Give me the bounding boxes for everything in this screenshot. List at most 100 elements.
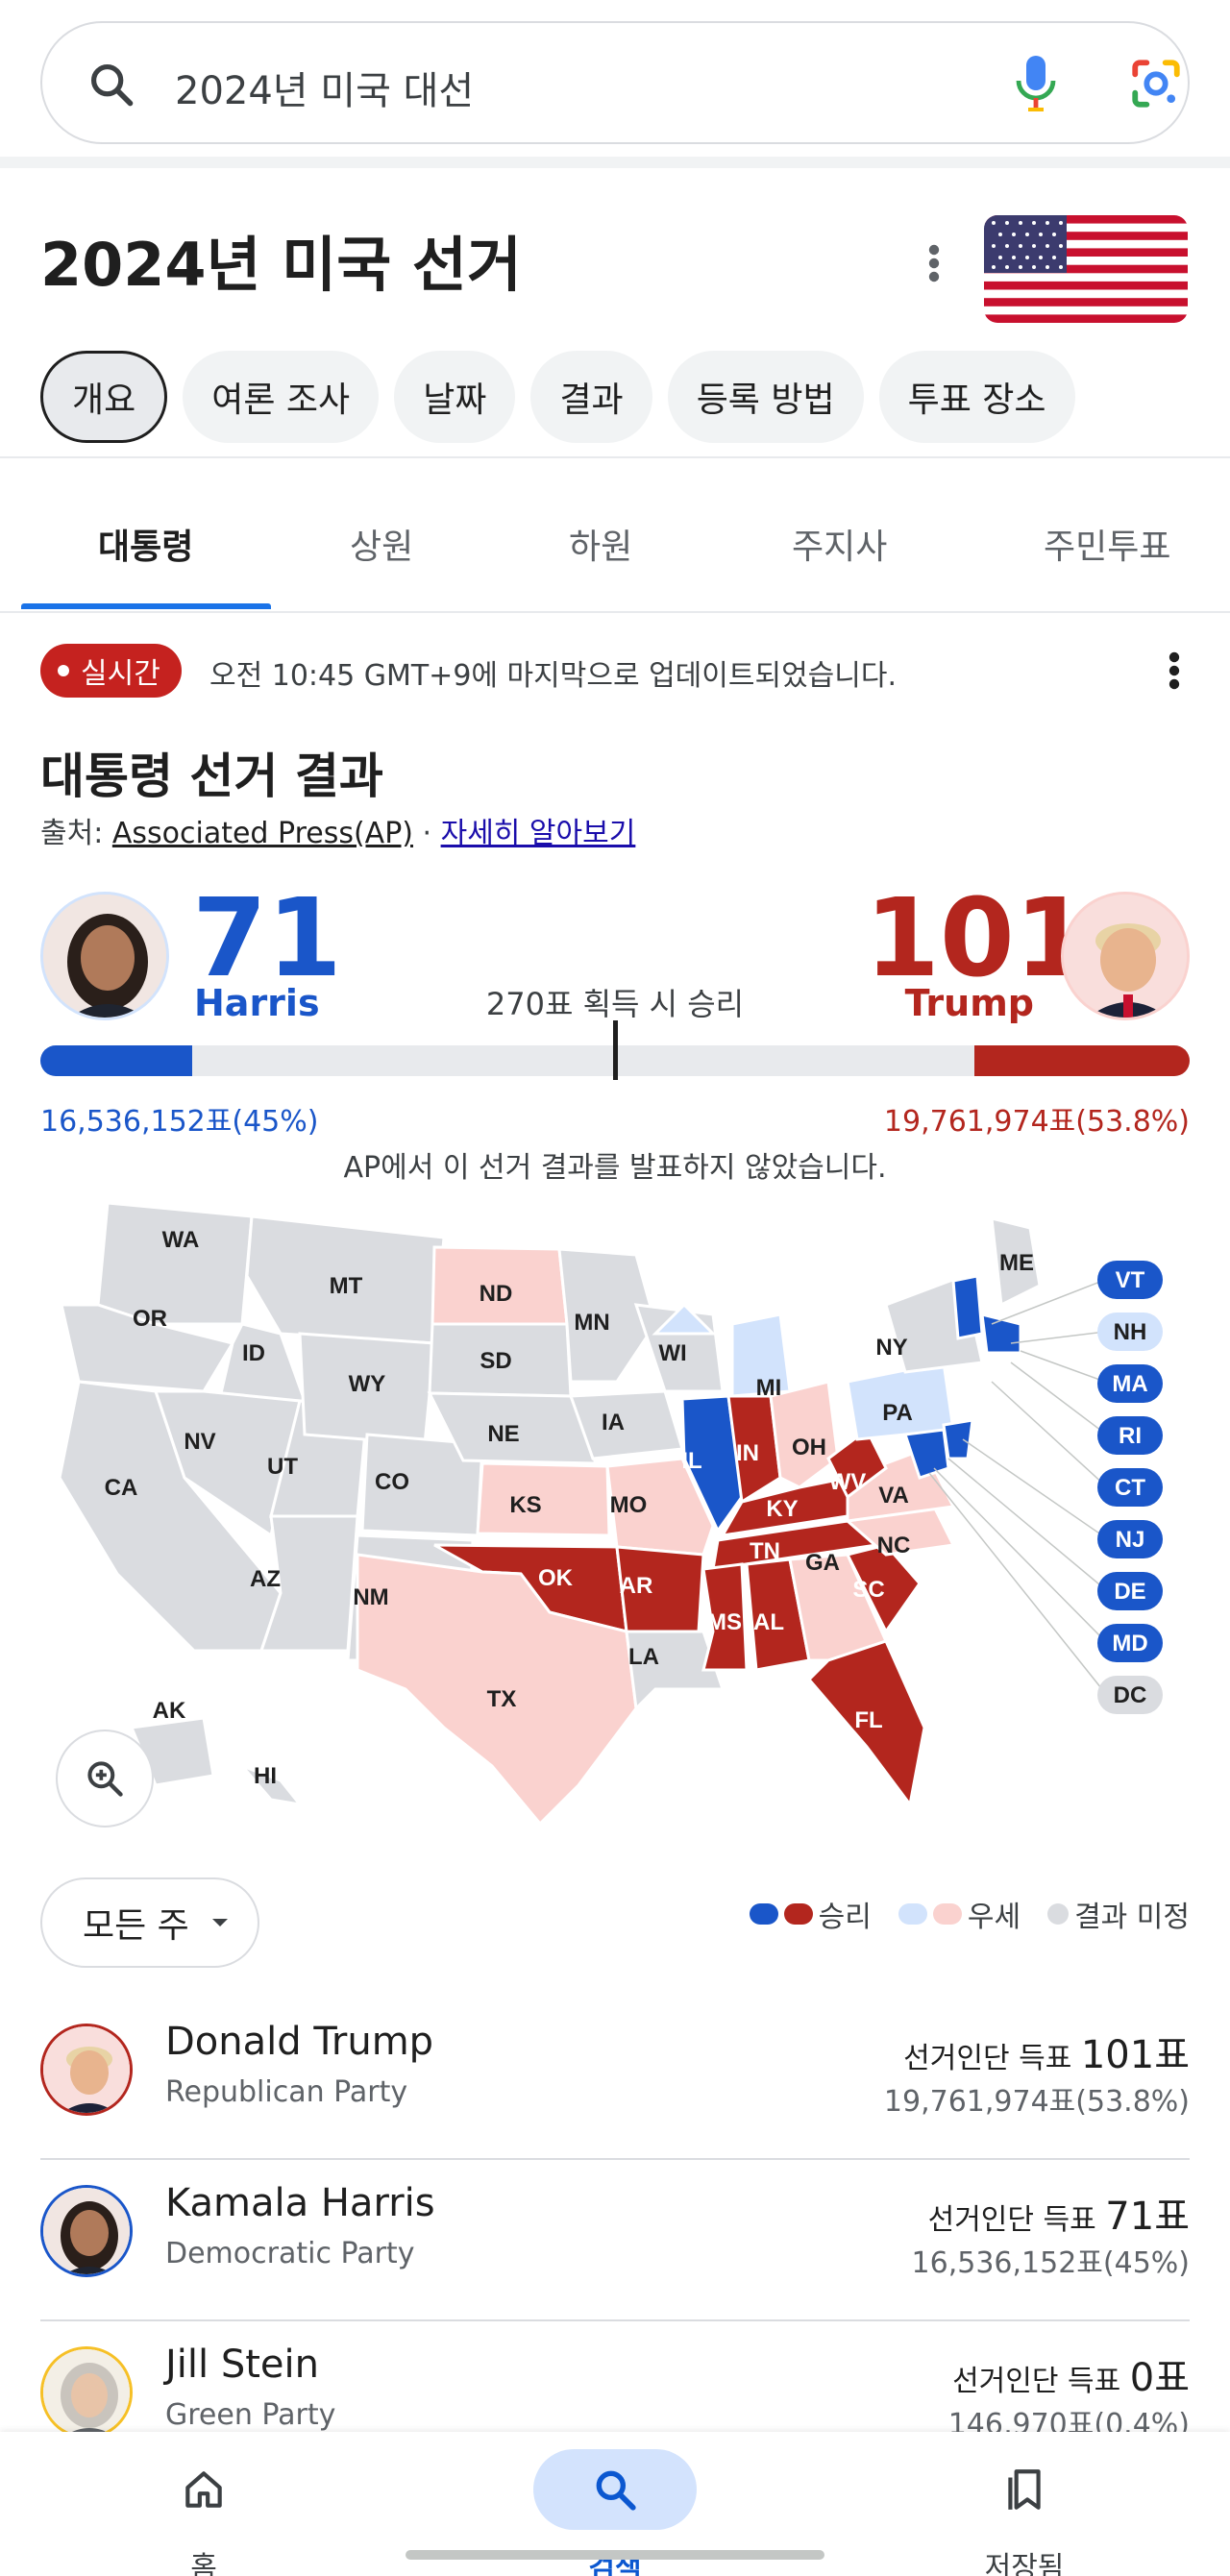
label-ar: AR <box>620 1573 653 1599</box>
legend-lean-label: 우세 <box>967 1901 1021 1934</box>
google-lens-icon[interactable] <box>1128 56 1184 115</box>
legend-rep-lean-swatch <box>932 1903 962 1925</box>
candidate-party: Republican Party <box>165 2075 408 2109</box>
ev-prefix: 선거인단 득표 <box>952 2365 1121 2398</box>
divider <box>0 611 1230 613</box>
state-ks <box>476 1461 611 1537</box>
bookmarks-icon <box>1008 2469 1041 2510</box>
legend-win-label: 승리 <box>818 1901 872 1934</box>
chip-how-to-register[interactable]: 등록 방법 <box>667 351 864 443</box>
candidate-name: Kamala Harris <box>165 2181 435 2225</box>
tab-senate[interactable]: 상원 <box>350 519 413 569</box>
label-md: MD <box>1112 1631 1147 1656</box>
nav-saved-label: 저장됨 <box>984 2551 1065 2576</box>
topic-chips: 개요 여론 조사 날짜 결과 등록 방법 투표 장소 <box>40 351 1075 443</box>
label-ne: NE <box>487 1421 519 1447</box>
legend-undecided-label: 결과 미정 <box>1074 1901 1190 1934</box>
label-wv: WV <box>829 1469 867 1495</box>
tab-president[interactable]: 대통령 <box>98 519 193 569</box>
us-electoral-map[interactable]: WA OR CA MT ID NV UT AZ WY CO NM ND SD N… <box>40 1190 1190 1828</box>
label-nc: NC <box>877 1533 911 1558</box>
harris-popular-vote: 16,536,152표(45%) <box>40 1105 319 1139</box>
state-filter-label: 모든 주 <box>83 1906 189 1946</box>
candidate-name: Donald Trump <box>165 2020 434 2064</box>
nav-saved[interactable]: 저장됨 <box>928 2449 1120 2576</box>
candidate-electoral-votes: 선거인단 득표 101표 <box>903 2024 1190 2079</box>
label-in: IN <box>736 1440 759 1466</box>
chip-overview[interactable]: 개요 <box>40 351 168 443</box>
gesture-bar <box>406 2550 824 2560</box>
harris-avatar <box>40 892 169 1020</box>
zoom-in-button[interactable] <box>56 1730 154 1828</box>
candidate-popular-vote: 19,761,974표(53.8%) <box>883 2085 1190 2119</box>
label-ri: RI <box>1119 1423 1142 1449</box>
label-or: OR <box>133 1306 167 1332</box>
state-filter-dropdown[interactable]: 모든 주 <box>40 1877 259 1968</box>
more-options-icon[interactable] <box>1165 648 1184 698</box>
label-de: DE <box>1114 1579 1145 1605</box>
nav-home-label: 홈 <box>190 2551 217 2576</box>
legend-dem-lean-swatch <box>898 1903 927 1925</box>
chip-dates[interactable]: 날짜 <box>394 351 516 443</box>
label-mo: MO <box>610 1492 648 1518</box>
label-al: AL <box>753 1609 784 1635</box>
live-badge: 실시간 <box>40 644 182 698</box>
ev-prefix: 선거인단 득표 <box>903 2042 1072 2075</box>
label-mn: MN <box>574 1310 609 1336</box>
label-ga: GA <box>805 1550 840 1576</box>
learn-more-link[interactable]: 자세히 알아보기 <box>441 817 636 850</box>
results-title: 대통령 선거 결과 <box>40 748 383 804</box>
candidate-row-harris[interactable]: Kamala Harris Democratic Party 선거인단 득표 7… <box>40 2160 1190 2321</box>
label-nd: ND <box>480 1281 513 1307</box>
label-ms: MS <box>707 1609 742 1635</box>
ev-value: 101표 <box>1080 2033 1190 2077</box>
label-il: IL <box>681 1448 701 1474</box>
chip-results[interactable]: 결과 <box>530 351 652 443</box>
tab-governor[interactable]: 주지사 <box>792 519 887 569</box>
tab-house[interactable]: 하원 <box>569 519 632 569</box>
microphone-icon[interactable] <box>1013 52 1059 117</box>
label-nh: NH <box>1114 1319 1147 1345</box>
search-icon <box>596 2470 636 2511</box>
trump-name: Trump <box>904 982 1034 1024</box>
more-options-icon[interactable] <box>924 240 944 290</box>
label-ia: IA <box>602 1410 625 1435</box>
search-bar[interactable]: 2024년 미국 대선 <box>40 21 1190 144</box>
label-nv: NV <box>184 1429 215 1455</box>
label-wi: WI <box>658 1340 686 1366</box>
trump-popular-vote: 19,761,974표(53.8%) <box>883 1105 1190 1139</box>
label-oh: OH <box>792 1435 826 1460</box>
chip-where-to-vote[interactable]: 투표 장소 <box>878 351 1075 443</box>
label-la: LA <box>628 1644 659 1670</box>
search-icon[interactable] <box>86 60 136 113</box>
divider <box>0 456 1230 458</box>
label-wa: WA <box>162 1227 200 1253</box>
candidate-electoral-votes: 선거인단 득표 0표 <box>952 2346 1190 2402</box>
live-label: 실시간 <box>81 657 160 691</box>
chip-polls[interactable]: 여론 조사 <box>183 351 380 443</box>
label-ks: KS <box>509 1492 541 1518</box>
win-threshold-label: 270표 획득 시 승리 <box>485 986 745 1022</box>
label-dc: DC <box>1114 1682 1147 1708</box>
state-wa <box>96 1201 254 1326</box>
ev-prefix: 선거인단 득표 <box>927 2203 1096 2237</box>
label-mi: MI <box>756 1375 782 1401</box>
tab-ballot-measures[interactable]: 주민투표 <box>1044 519 1170 569</box>
active-tab-indicator <box>21 603 271 609</box>
nav-home[interactable]: 홈 <box>108 2449 300 2576</box>
candidate-party: Democratic Party <box>165 2237 415 2270</box>
us-flag-image <box>984 215 1188 323</box>
page-title: 2024년 미국 선거 <box>40 230 522 300</box>
label-pa: PA <box>882 1400 913 1426</box>
label-wy: WY <box>349 1371 386 1397</box>
search-header: 2024년 미국 대선 <box>0 0 1230 168</box>
candidate-row-trump[interactable]: Donald Trump Republican Party 선거인단 득표 10… <box>40 1999 1190 2160</box>
source-link[interactable]: Associated Press(AP) <box>112 817 413 850</box>
label-sc: SC <box>852 1577 884 1603</box>
home-icon <box>185 2471 222 2508</box>
search-input[interactable]: 2024년 미국 대선 <box>175 60 474 115</box>
label-tn: TN <box>750 1538 780 1564</box>
trump-bar-fill <box>974 1045 1190 1076</box>
label-id: ID <box>242 1340 265 1366</box>
harris-bar-fill <box>40 1045 192 1076</box>
